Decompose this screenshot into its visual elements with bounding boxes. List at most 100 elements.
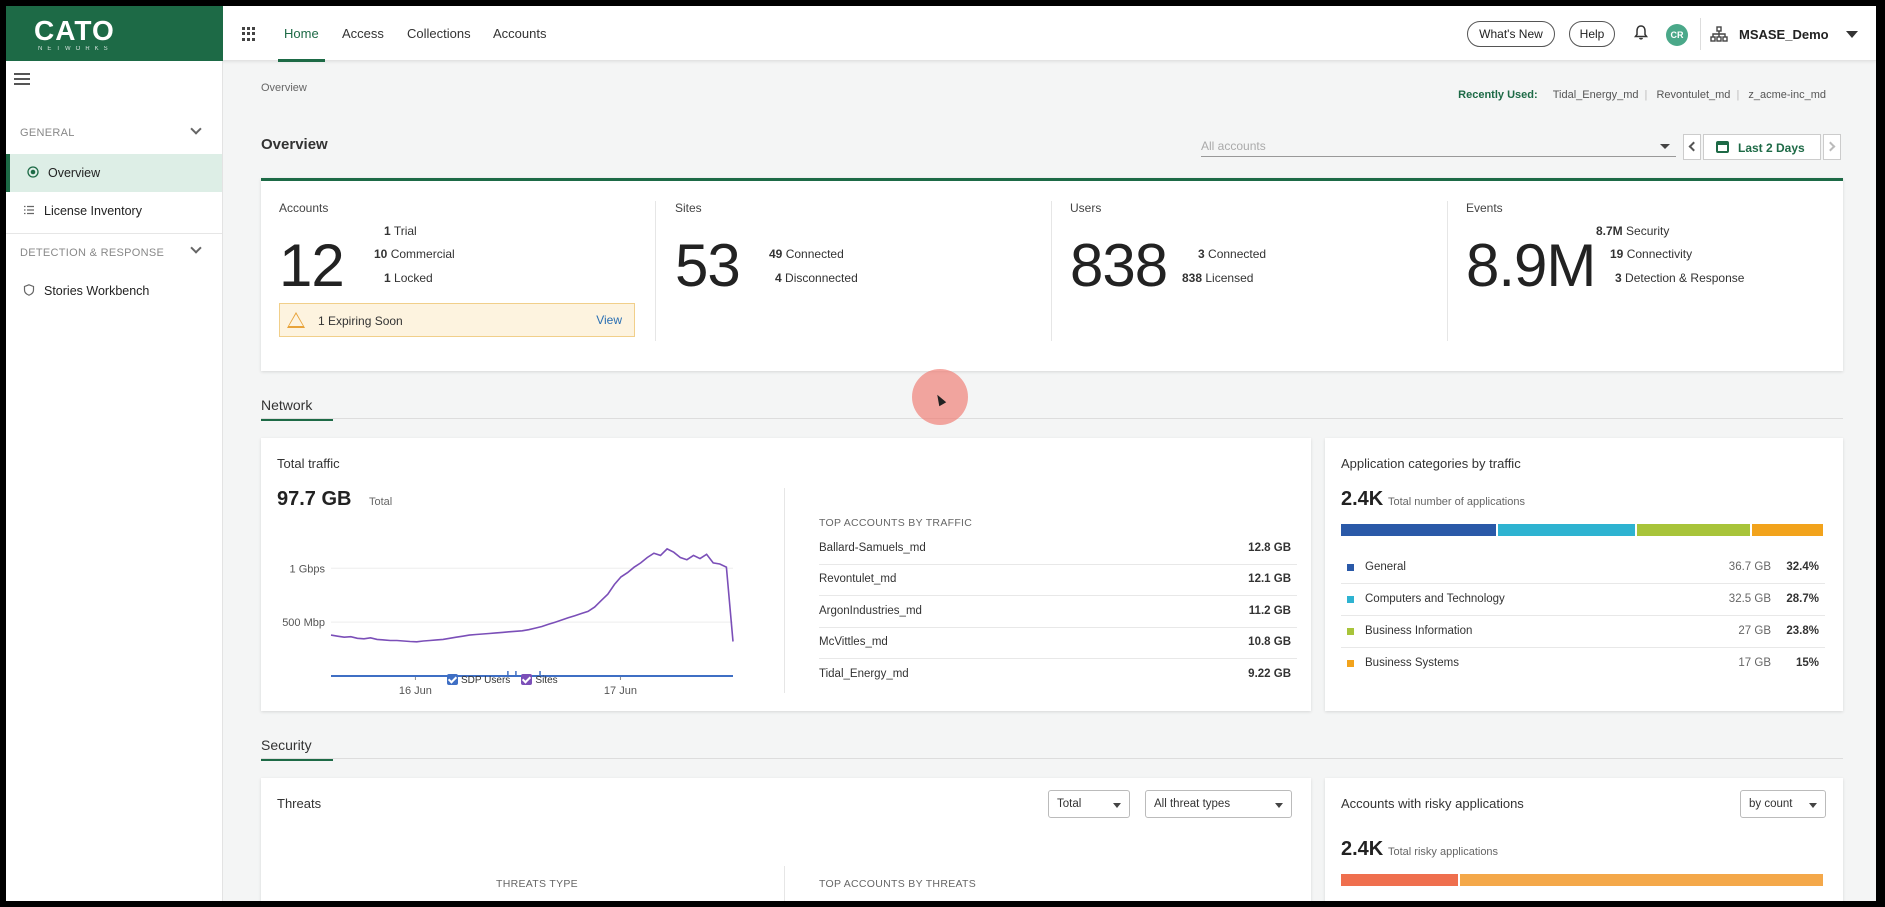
- recent-account-link[interactable]: Tidal_Energy_md: [1553, 89, 1639, 101]
- series-line-sites[interactable]: [330, 547, 734, 643]
- bar-segment[interactable]: [1341, 874, 1458, 886]
- cato-logo[interactable]: CATO NETWORKS: [6, 6, 223, 61]
- sidebar-item-license-inventory[interactable]: License Inventory: [6, 192, 222, 230]
- list-icon: [24, 205, 34, 215]
- bar-segment[interactable]: [1341, 524, 1496, 536]
- sidebar-divider: [6, 233, 222, 234]
- y-tick-label: 1 Gbps: [290, 563, 326, 575]
- risky-apps-count-select[interactable]: by count: [1740, 790, 1826, 818]
- card-title: Application categories by traffic: [1341, 456, 1521, 471]
- sidebar-item-label: Overview: [48, 166, 101, 180]
- warning-icon: [287, 312, 305, 328]
- accounts-filter-select[interactable]: All accounts: [1201, 133, 1676, 157]
- whats-new-button[interactable]: What's New: [1467, 21, 1555, 47]
- user-avatar[interactable]: CR: [1666, 24, 1688, 46]
- bar-segment[interactable]: [1459, 874, 1823, 886]
- recently-used: Recently Used: Tidal_Energy_md | Revontul…: [1458, 89, 1826, 101]
- tab-home[interactable]: Home: [278, 26, 325, 62]
- chevron-down-icon[interactable]: [190, 242, 202, 254]
- top-accounts-threats-header: TOP ACCOUNTS BY THREATS: [819, 878, 977, 890]
- stat-users[interactable]: Users 838 3 Connected 838 Licensed: [1052, 181, 1447, 371]
- x-tick-label: 16 Jun: [399, 685, 432, 697]
- org-tree-icon: [1710, 26, 1728, 42]
- sidebar-section-general: GENERAL: [20, 127, 75, 139]
- legend-sdp-users[interactable]: SDP Users: [447, 674, 510, 686]
- bell-icon[interactable]: [1634, 25, 1648, 40]
- stat-events[interactable]: Events 8.9M 8.7M Security 19 Connectivit…: [1448, 181, 1843, 371]
- page-title: Overview: [261, 136, 328, 153]
- chart-legend: SDP Users Sites: [447, 674, 558, 686]
- bar-segment[interactable]: [1752, 524, 1823, 536]
- shield-icon: [23, 284, 35, 296]
- stat-sites[interactable]: Sites 53 49 Connected 4 Disconnected: [657, 181, 1052, 371]
- dropdown-arrow-icon: [1660, 144, 1670, 149]
- threats-card: Threats Total All threat types THREATS T…: [261, 778, 1311, 901]
- bar-segment[interactable]: [1497, 524, 1636, 536]
- app-window: CATO NETWORKS Home Access Collections Ac…: [6, 6, 1876, 901]
- expiring-alert: 1 Expiring Soon View: [279, 303, 635, 337]
- stat-accounts[interactable]: Accounts 12 1 Trial 10 Commercial 1 Lock…: [261, 181, 635, 371]
- total-traffic-card: Total traffic 97.7 GB Total 1 Gbps 500 Mb…: [261, 438, 1311, 711]
- risky-share-bar[interactable]: [1341, 874, 1825, 886]
- sidebar-item-overview[interactable]: Overview: [6, 154, 222, 192]
- threats-total-select[interactable]: Total: [1048, 790, 1130, 818]
- app-categories-card: Application categories by traffic 2.4K T…: [1325, 438, 1843, 711]
- tab-access[interactable]: Access: [342, 26, 384, 41]
- calendar-icon: [1716, 141, 1729, 153]
- menu-icon[interactable]: [14, 73, 30, 85]
- dropdown-arrow-icon: [1113, 803, 1121, 808]
- list-item[interactable]: Computers and Technology 32.5 GB 28.7%: [1341, 584, 1825, 616]
- list-item[interactable]: Business Systems 17 GB 15%: [1341, 648, 1825, 680]
- date-prev-button[interactable]: [1683, 134, 1701, 160]
- x-tick-label: 17 Jun: [604, 685, 637, 697]
- tab-accounts[interactable]: Accounts: [493, 26, 546, 41]
- bar-segment[interactable]: [1637, 524, 1751, 536]
- table-row[interactable]: Tidal_Energy_md 9.22 GB: [819, 660, 1297, 691]
- recent-account-link[interactable]: Revontulet_md: [1656, 89, 1730, 101]
- sidebar-item-label: License Inventory: [44, 204, 142, 218]
- events-count: 8.9M: [1466, 232, 1596, 299]
- sidebar-section-detection: DETECTION & RESPONSE: [20, 247, 165, 259]
- top-accounts-traffic-header: TOP ACCOUNTS BY TRAFFIC: [819, 517, 973, 529]
- target-icon: [27, 166, 39, 178]
- date-range-button[interactable]: Last 2 Days: [1703, 134, 1821, 160]
- section-security-title: Security: [261, 737, 333, 761]
- legend-sites[interactable]: Sites: [521, 674, 558, 686]
- sites-count: 53: [675, 232, 741, 299]
- total-applications-value: 2.4K: [1341, 488, 1384, 510]
- list-item[interactable]: Business Information 27 GB 23.8%: [1341, 616, 1825, 648]
- category-share-bar[interactable]: [1341, 524, 1825, 536]
- view-expiring-link[interactable]: View: [596, 313, 622, 327]
- header-divider: [1700, 18, 1701, 50]
- threats-pie-chart[interactable]: [321, 898, 401, 901]
- account-switcher-label[interactable]: MSASE_Demo: [1739, 27, 1829, 42]
- date-next-button[interactable]: [1823, 134, 1841, 160]
- table-row[interactable]: ArgonIndustries_md 11.2 GB: [819, 597, 1297, 628]
- dropdown-arrow-icon: [1275, 803, 1283, 808]
- sidebar-item-stories-workbench[interactable]: Stories Workbench: [6, 272, 222, 310]
- main-content: Overview Recently Used: Tidal_Energy_md |…: [223, 61, 1876, 901]
- table-row[interactable]: Revontulet_md 12.1 GB: [819, 565, 1297, 596]
- table-row[interactable]: McVittles_md 10.8 GB: [819, 628, 1297, 659]
- sidebar-item-label: Stories Workbench: [44, 284, 150, 298]
- account-dropdown-icon[interactable]: [1846, 31, 1858, 38]
- risky-apps-card: Accounts with risky applications by coun…: [1325, 778, 1843, 901]
- y-tick-label: 500 Mbp: [282, 617, 325, 629]
- overview-stats-card: Accounts 12 1 Trial 10 Commercial 1 Lock…: [261, 178, 1843, 371]
- help-button[interactable]: Help: [1569, 21, 1615, 47]
- users-count: 838: [1070, 232, 1168, 299]
- breadcrumb[interactable]: Overview: [261, 82, 307, 94]
- threat-types-select[interactable]: All threat types: [1145, 790, 1292, 818]
- sidebar: GENERAL Overview License Inventory DETEC…: [6, 61, 223, 901]
- dropdown-arrow-icon: [1809, 803, 1817, 808]
- apps-grid-icon[interactable]: [242, 27, 256, 41]
- total-risky-applications-value: 2.4K: [1341, 838, 1384, 860]
- cursor-highlight: [912, 369, 968, 425]
- list-item[interactable]: General 36.7 GB 32.4%: [1341, 552, 1825, 584]
- recent-account-link[interactable]: z_acme-inc_md: [1748, 89, 1826, 101]
- accounts-count: 12: [279, 232, 345, 299]
- tab-collections[interactable]: Collections: [407, 26, 471, 41]
- chevron-down-icon[interactable]: [190, 123, 202, 135]
- table-row[interactable]: Ballard-Samuels_md 12.8 GB: [819, 534, 1297, 565]
- card-title: Total traffic: [277, 456, 340, 471]
